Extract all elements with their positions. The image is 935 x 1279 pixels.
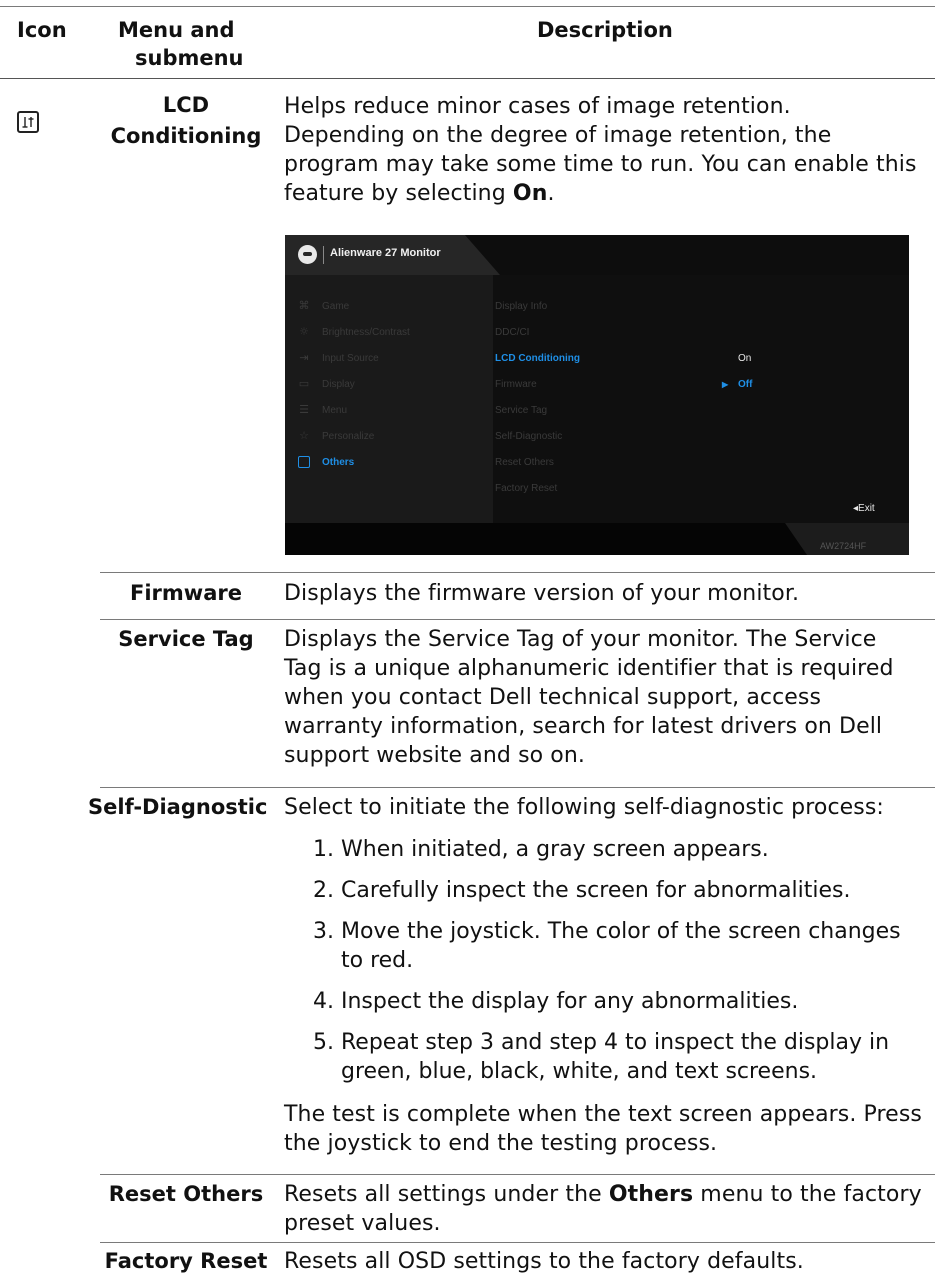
step-3-text-1: Move the joystick. The color of the scre… xyxy=(341,919,901,944)
osd-title: Alienware 27 Monitor xyxy=(330,247,441,259)
osd-title-separator xyxy=(323,246,324,264)
osd-sub-lcd-conditioning[interactable]: LCD Conditioning xyxy=(495,353,580,364)
step-5-text-1: Repeat step 3 and step 4 to inspect the … xyxy=(341,1030,890,1055)
lcd-desc-line4-pre: feature by selecting xyxy=(284,181,513,206)
step-4-number: 4. xyxy=(313,989,334,1014)
step-5-text-2: green, blue, black, white, and text scre… xyxy=(341,1059,818,1084)
lcd-conditioning-name-2: Conditioning xyxy=(110,124,262,148)
reset-others-name: Reset Others xyxy=(108,1182,264,1206)
factory-reset-desc: Resets all OSD settings to the factory d… xyxy=(284,1249,804,1274)
osd-selected-marker-icon: ▶ xyxy=(722,380,729,389)
osd-main-menu-pane xyxy=(285,275,493,523)
osd-sub-firmware[interactable]: Firmware xyxy=(495,379,537,390)
osd-sub-reset-others[interactable]: Reset Others xyxy=(495,457,554,468)
osd-option-off[interactable]: Off xyxy=(738,379,752,390)
osd-menu-menu[interactable]: Menu xyxy=(322,405,347,416)
reset-others-desc-bold: Others xyxy=(608,1182,694,1207)
self-diag-intro: Select to initiate the following self-di… xyxy=(284,795,884,820)
reset-others-desc-post: menu to the factory xyxy=(693,1182,922,1207)
lcd-desc-line4: feature by selecting On. xyxy=(284,180,555,208)
step-2-text: Carefully inspect the screen for abnorma… xyxy=(341,878,851,903)
step-1-text: When initiated, a gray screen appears. xyxy=(341,837,769,862)
osd-menu-personalize[interactable]: Personalize xyxy=(322,431,374,442)
alienware-logo-icon xyxy=(298,245,317,264)
osd-menu-display[interactable]: Display xyxy=(322,379,355,390)
star-icon: ☆ xyxy=(299,429,309,442)
service-tag-desc-line3: when you contact Dell technical support,… xyxy=(284,685,822,710)
step-3-text-2: to red. xyxy=(341,948,414,973)
lcd-desc-line3: program may take some time to run. You c… xyxy=(284,152,917,177)
service-tag-desc-line1: Displays the Service Tag of your monitor… xyxy=(284,627,877,652)
osd-menu-brightness[interactable]: Brightness/Contrast xyxy=(322,327,410,338)
rule-reset-others xyxy=(100,1174,935,1175)
lcd-desc-line1: Helps reduce minor cases of image retent… xyxy=(284,94,791,119)
osd-option-on[interactable]: On xyxy=(738,353,751,364)
step-5-number: 5. xyxy=(313,1030,334,1055)
display-icon: ▭ xyxy=(298,377,310,390)
osd-sub-service-tag[interactable]: Service Tag xyxy=(495,405,547,416)
step-2-number: 2. xyxy=(313,878,334,903)
lcd-desc-line2: Depending on the degree of image retenti… xyxy=(284,123,832,148)
step-4-text: Inspect the display for any abnormalitie… xyxy=(341,989,799,1014)
table-top-rule xyxy=(0,6,935,7)
others-icon xyxy=(298,456,310,468)
osd-sub-factory-reset[interactable]: Factory Reset xyxy=(495,483,557,494)
step-1-number: 1. xyxy=(313,837,334,862)
service-tag-name: Service Tag xyxy=(118,627,254,651)
osd-sub-self-diagnostic[interactable]: Self-Diagnostic xyxy=(495,431,562,442)
header-bottom-rule xyxy=(0,78,935,79)
rule-service-tag xyxy=(100,619,935,620)
reset-others-desc-pre: Resets all settings under the xyxy=(284,1182,609,1207)
osd-sub-display-info[interactable]: Display Info xyxy=(495,301,547,312)
firmware-desc: Displays the firmware version of your mo… xyxy=(284,581,800,606)
lcd-desc-line4-post: . xyxy=(547,181,555,206)
osd-menu-game[interactable]: Game xyxy=(322,301,349,312)
header-icon: Icon xyxy=(17,18,67,42)
reset-others-desc-line2: preset values. xyxy=(284,1211,441,1236)
lcd-conditioning-name-1: LCD xyxy=(162,93,210,117)
lcd-desc-line4-bold: On xyxy=(512,181,548,206)
gamepad-icon: ⌘ xyxy=(298,299,310,312)
header-menu-line2: submenu xyxy=(135,46,244,70)
self-diag-outro-line1: The test is complete when the text scree… xyxy=(284,1102,922,1127)
self-diagnostic-name: Self-Diagnostic xyxy=(88,795,268,819)
input-source-icon: ⇥ xyxy=(299,351,309,364)
menu-icon: ☰ xyxy=(299,403,309,416)
osd-screenshot: Alienware 27 Monitor AW2724HF ⌘ Game ☼ B… xyxy=(285,235,909,555)
osd-model-name: AW2724HF xyxy=(820,541,867,551)
osd-menu-input-source[interactable]: Input Source xyxy=(322,353,379,364)
firmware-name: Firmware xyxy=(130,581,242,605)
self-diag-outro-line2: the joystick to end the testing process. xyxy=(284,1131,718,1156)
brightness-icon: ☼ xyxy=(299,325,309,338)
factory-reset-name: Factory Reset xyxy=(104,1249,268,1273)
rule-self-diagnostic xyxy=(100,787,935,788)
header-description: Description xyxy=(537,18,673,42)
osd-sub-ddc-ci[interactable]: DDC/CI xyxy=(495,327,529,338)
reset-others-desc-line1: Resets all settings under the Others men… xyxy=(284,1181,922,1209)
service-tag-desc-line2: Tag is a unique alphanumeric identifier … xyxy=(284,656,894,681)
rule-firmware xyxy=(100,572,935,573)
others-icon xyxy=(17,111,39,133)
osd-menu-others[interactable]: Others xyxy=(322,457,354,468)
osd-exit-button[interactable]: ◂Exit xyxy=(853,503,875,514)
service-tag-desc-line4: warranty information, search for latest … xyxy=(284,714,883,739)
rule-factory-reset xyxy=(100,1242,935,1243)
service-tag-desc-line5: support website and so on. xyxy=(284,743,585,768)
header-menu-line1: Menu and xyxy=(118,18,235,42)
step-3-number: 3. xyxy=(313,919,334,944)
